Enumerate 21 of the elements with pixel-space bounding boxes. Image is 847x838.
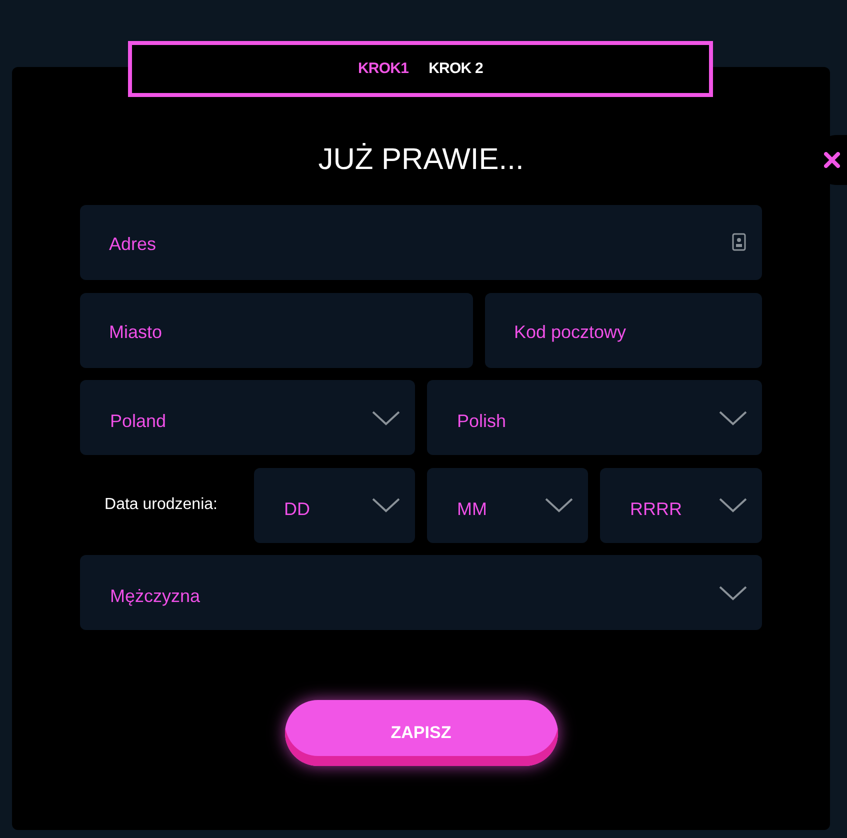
country-select[interactable]: Poland xyxy=(80,380,415,455)
close-icon xyxy=(824,152,840,168)
month-select[interactable]: MM xyxy=(427,468,588,542)
gender-select[interactable]: Mężczyzna xyxy=(80,555,762,630)
chevron-down-icon xyxy=(371,410,401,426)
year-select[interactable]: RRRR xyxy=(600,468,762,542)
chevron-down-icon xyxy=(718,410,748,426)
contact-card-icon xyxy=(732,233,746,251)
day-select[interactable]: DD xyxy=(254,468,415,542)
postal-code-field[interactable]: Kod pocztowy xyxy=(485,292,762,368)
birth-date-label: Data urodzenia: xyxy=(104,495,218,515)
chevron-down-icon xyxy=(718,584,748,600)
step-tab[interactable]: KROK1 xyxy=(358,58,409,80)
city-field[interactable]: Miasto xyxy=(80,292,473,368)
chevron-down-icon xyxy=(544,497,574,513)
step-tab[interactable]: KROK 2 xyxy=(428,58,484,80)
form-title: JUŻ PRAWIE... xyxy=(317,142,525,178)
address-field[interactable]: Adres xyxy=(80,205,762,280)
chevron-down-icon xyxy=(371,497,401,513)
chevron-down-icon xyxy=(718,497,748,513)
language-select[interactable]: Polish xyxy=(427,380,762,455)
